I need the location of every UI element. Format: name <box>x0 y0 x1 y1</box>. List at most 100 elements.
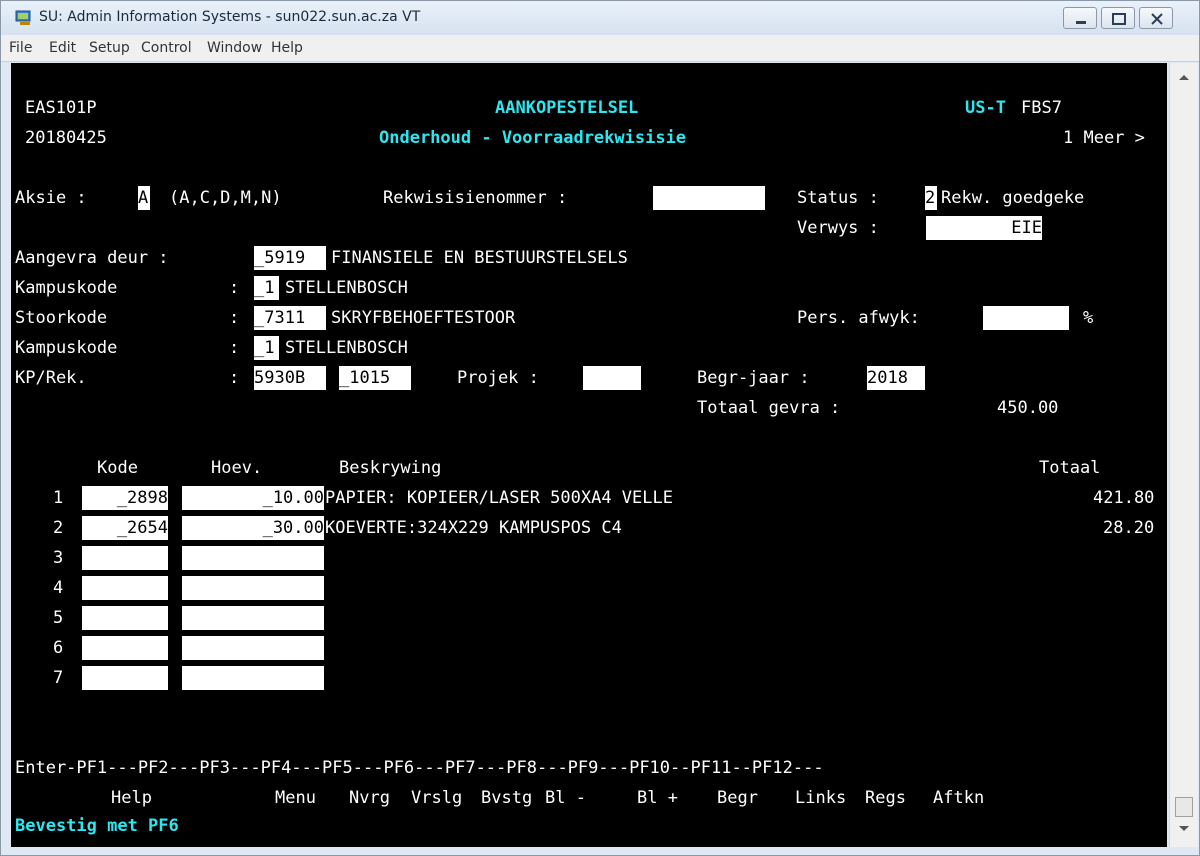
row-hoev-field[interactable]: _30.00 <box>182 516 324 540</box>
terminal-window: SU: Admin Information Systems - sun022.s… <box>0 0 1200 856</box>
kp-rek-label: KP/Rek. <box>15 368 87 388</box>
app-icon <box>15 10 31 25</box>
pf8-blaai-vorentoe-key[interactable]: Bl + <box>637 783 678 813</box>
row-number: 4 <box>53 578 64 598</box>
kampuskode-label-2: Kampuskode <box>15 338 118 358</box>
menu-help[interactable]: Help <box>271 40 303 56</box>
title-bar: SU: Admin Information Systems - sun022.s… <box>1 1 1199 35</box>
col-header-totaal: Totaal <box>1039 458 1101 478</box>
status-field[interactable]: 2 <box>925 186 937 210</box>
row-hoev-field[interactable] <box>182 666 324 690</box>
pers-afwyk-field[interactable] <box>983 306 1069 330</box>
minimize-icon <box>1076 21 1086 24</box>
row-number: 5 <box>53 608 64 628</box>
row-kode-field[interactable]: _2898 <box>82 486 168 510</box>
menu-window[interactable]: Window <box>207 40 262 56</box>
row-hoev-field[interactable] <box>182 546 324 570</box>
close-button[interactable] <box>1139 7 1173 29</box>
stoorkode-colon: : <box>229 308 240 328</box>
pf3-menu-key[interactable]: Menu <box>275 783 316 813</box>
minimize-button[interactable] <box>1063 7 1097 29</box>
stoorkode-label: Stoorkode <box>15 308 108 328</box>
rek-field[interactable]: _1015 <box>339 366 411 390</box>
aksie-label: Aksie : <box>15 188 87 208</box>
pf11-regs-key[interactable]: Regs <box>865 783 906 813</box>
row-number: 6 <box>53 638 64 658</box>
screen-subtitle: Onderhoud - Voorraadrekwisisie <box>379 128 687 148</box>
pf-key-line: Enter-PF1---PF2---PF3---PF4---PF5---PF6-… <box>15 758 824 778</box>
row-kode-field[interactable] <box>82 636 168 660</box>
row-hoev-field[interactable] <box>182 636 324 660</box>
menu-control[interactable]: Control <box>141 40 192 56</box>
row-totaal: 421.80 <box>1093 488 1155 508</box>
scroll-up-icon[interactable] <box>1178 73 1190 81</box>
pers-afwyk-unit: % <box>1083 308 1094 328</box>
pf4-nvrg-key[interactable]: Nvrg <box>349 783 390 813</box>
row-kode-field[interactable] <box>82 576 168 600</box>
row-kode-field[interactable] <box>82 666 168 690</box>
scroll-down-icon[interactable] <box>1178 825 1190 833</box>
system-title: AANKOPESTELSEL <box>495 98 639 118</box>
kampuskode-colon-2: : <box>229 338 240 358</box>
row-kode-field[interactable]: _2654 <box>82 516 168 540</box>
totaal-gevra-value: 450.00 <box>997 398 1059 418</box>
rekwisisie-label: Rekwisisienommer : <box>383 188 568 208</box>
menu-file[interactable]: File <box>9 40 32 56</box>
kampuskode-label: Kampuskode <box>15 278 118 298</box>
row-kode-field[interactable] <box>82 606 168 630</box>
begr-jaar-label: Begr-jaar : <box>697 368 810 388</box>
stoorkode-text: SKRYFBEHOEFTESTOOR <box>331 308 516 328</box>
row-number: 3 <box>53 548 64 568</box>
verwys-label: Verwys : <box>797 218 879 238</box>
more-indicator[interactable]: 1 Meer > <box>1063 123 1145 153</box>
verwys-field[interactable]: EIE <box>926 216 1042 240</box>
status-text: Rekw. goedgeke <box>941 188 1085 208</box>
maximize-button[interactable] <box>1101 7 1135 29</box>
pf9-begr-key[interactable]: Begr <box>717 783 758 813</box>
aksie-options: (A,C,D,M,N) <box>169 188 282 208</box>
row-hoev-field[interactable] <box>182 576 324 600</box>
row-number: 2 <box>53 518 64 538</box>
menu-bar: File Edit Setup Control Window Help <box>1 35 1199 62</box>
pers-afwyk-label: Pers. afwyk: <box>797 308 920 328</box>
row-beskrywing: PAPIER: KOPIEER/LASER 500XA4 VELLE <box>325 488 673 508</box>
row-hoev-field[interactable]: _10.00 <box>182 486 324 510</box>
pf5-vrslg-key[interactable]: Vrslg <box>411 783 462 813</box>
aangevra-field[interactable]: _5919 <box>254 246 326 270</box>
pf6-bvstg-key[interactable]: Bvstg <box>481 783 532 813</box>
menu-edit[interactable]: Edit <box>49 40 76 56</box>
row-totaal: 28.20 <box>1103 518 1155 538</box>
col-header-kode: Kode <box>97 458 138 478</box>
pf1-help-key[interactable]: Help <box>111 783 152 813</box>
pf10-links-key[interactable]: Links <box>795 783 846 813</box>
terminal-screen[interactable]: EAS101P AANKOPESTELSEL US-T FBS7 2018042… <box>11 63 1167 847</box>
program-id: EAS101P <box>25 98 97 118</box>
menu-setup[interactable]: Setup <box>89 40 130 56</box>
vertical-scrollbar[interactable] <box>1169 63 1198 847</box>
kp-rek-colon: : <box>229 368 240 388</box>
stoorkode-field[interactable]: _7311 <box>254 306 326 330</box>
kampuskode-field-2[interactable]: _1 <box>254 336 279 360</box>
pf12-aftkn-key[interactable]: Aftkn <box>933 783 984 813</box>
scrollbar-thumb[interactable] <box>1175 797 1193 817</box>
window-title: SU: Admin Information Systems - sun022.s… <box>39 9 421 25</box>
begr-jaar-field[interactable]: 2018 <box>867 366 925 390</box>
row-beskrywing: KOEVERTE:324X229 KAMPUSPOS C4 <box>325 518 622 538</box>
col-header-beskrywing: Beskrywing <box>339 458 442 478</box>
pf7-blaai-terug-key[interactable]: Bl - <box>545 783 586 813</box>
aksie-field[interactable]: A <box>138 186 150 210</box>
row-number: 7 <box>53 668 64 688</box>
report-date: 20180425 <box>25 128 107 148</box>
environment-label: US-T <box>965 98 1006 118</box>
projek-label: Projek : <box>457 368 539 388</box>
kampuskode-colon: : <box>229 278 240 298</box>
status-label: Status : <box>797 188 879 208</box>
close-icon <box>1151 13 1163 25</box>
kampuskode-field[interactable]: _1 <box>254 276 279 300</box>
rekwisisie-field[interactable] <box>653 186 765 210</box>
kp-field[interactable]: 5930B <box>254 366 326 390</box>
row-kode-field[interactable] <box>82 546 168 570</box>
projek-field[interactable] <box>583 366 641 390</box>
row-hoev-field[interactable] <box>182 606 324 630</box>
environment-code: FBS7 <box>1021 98 1062 118</box>
